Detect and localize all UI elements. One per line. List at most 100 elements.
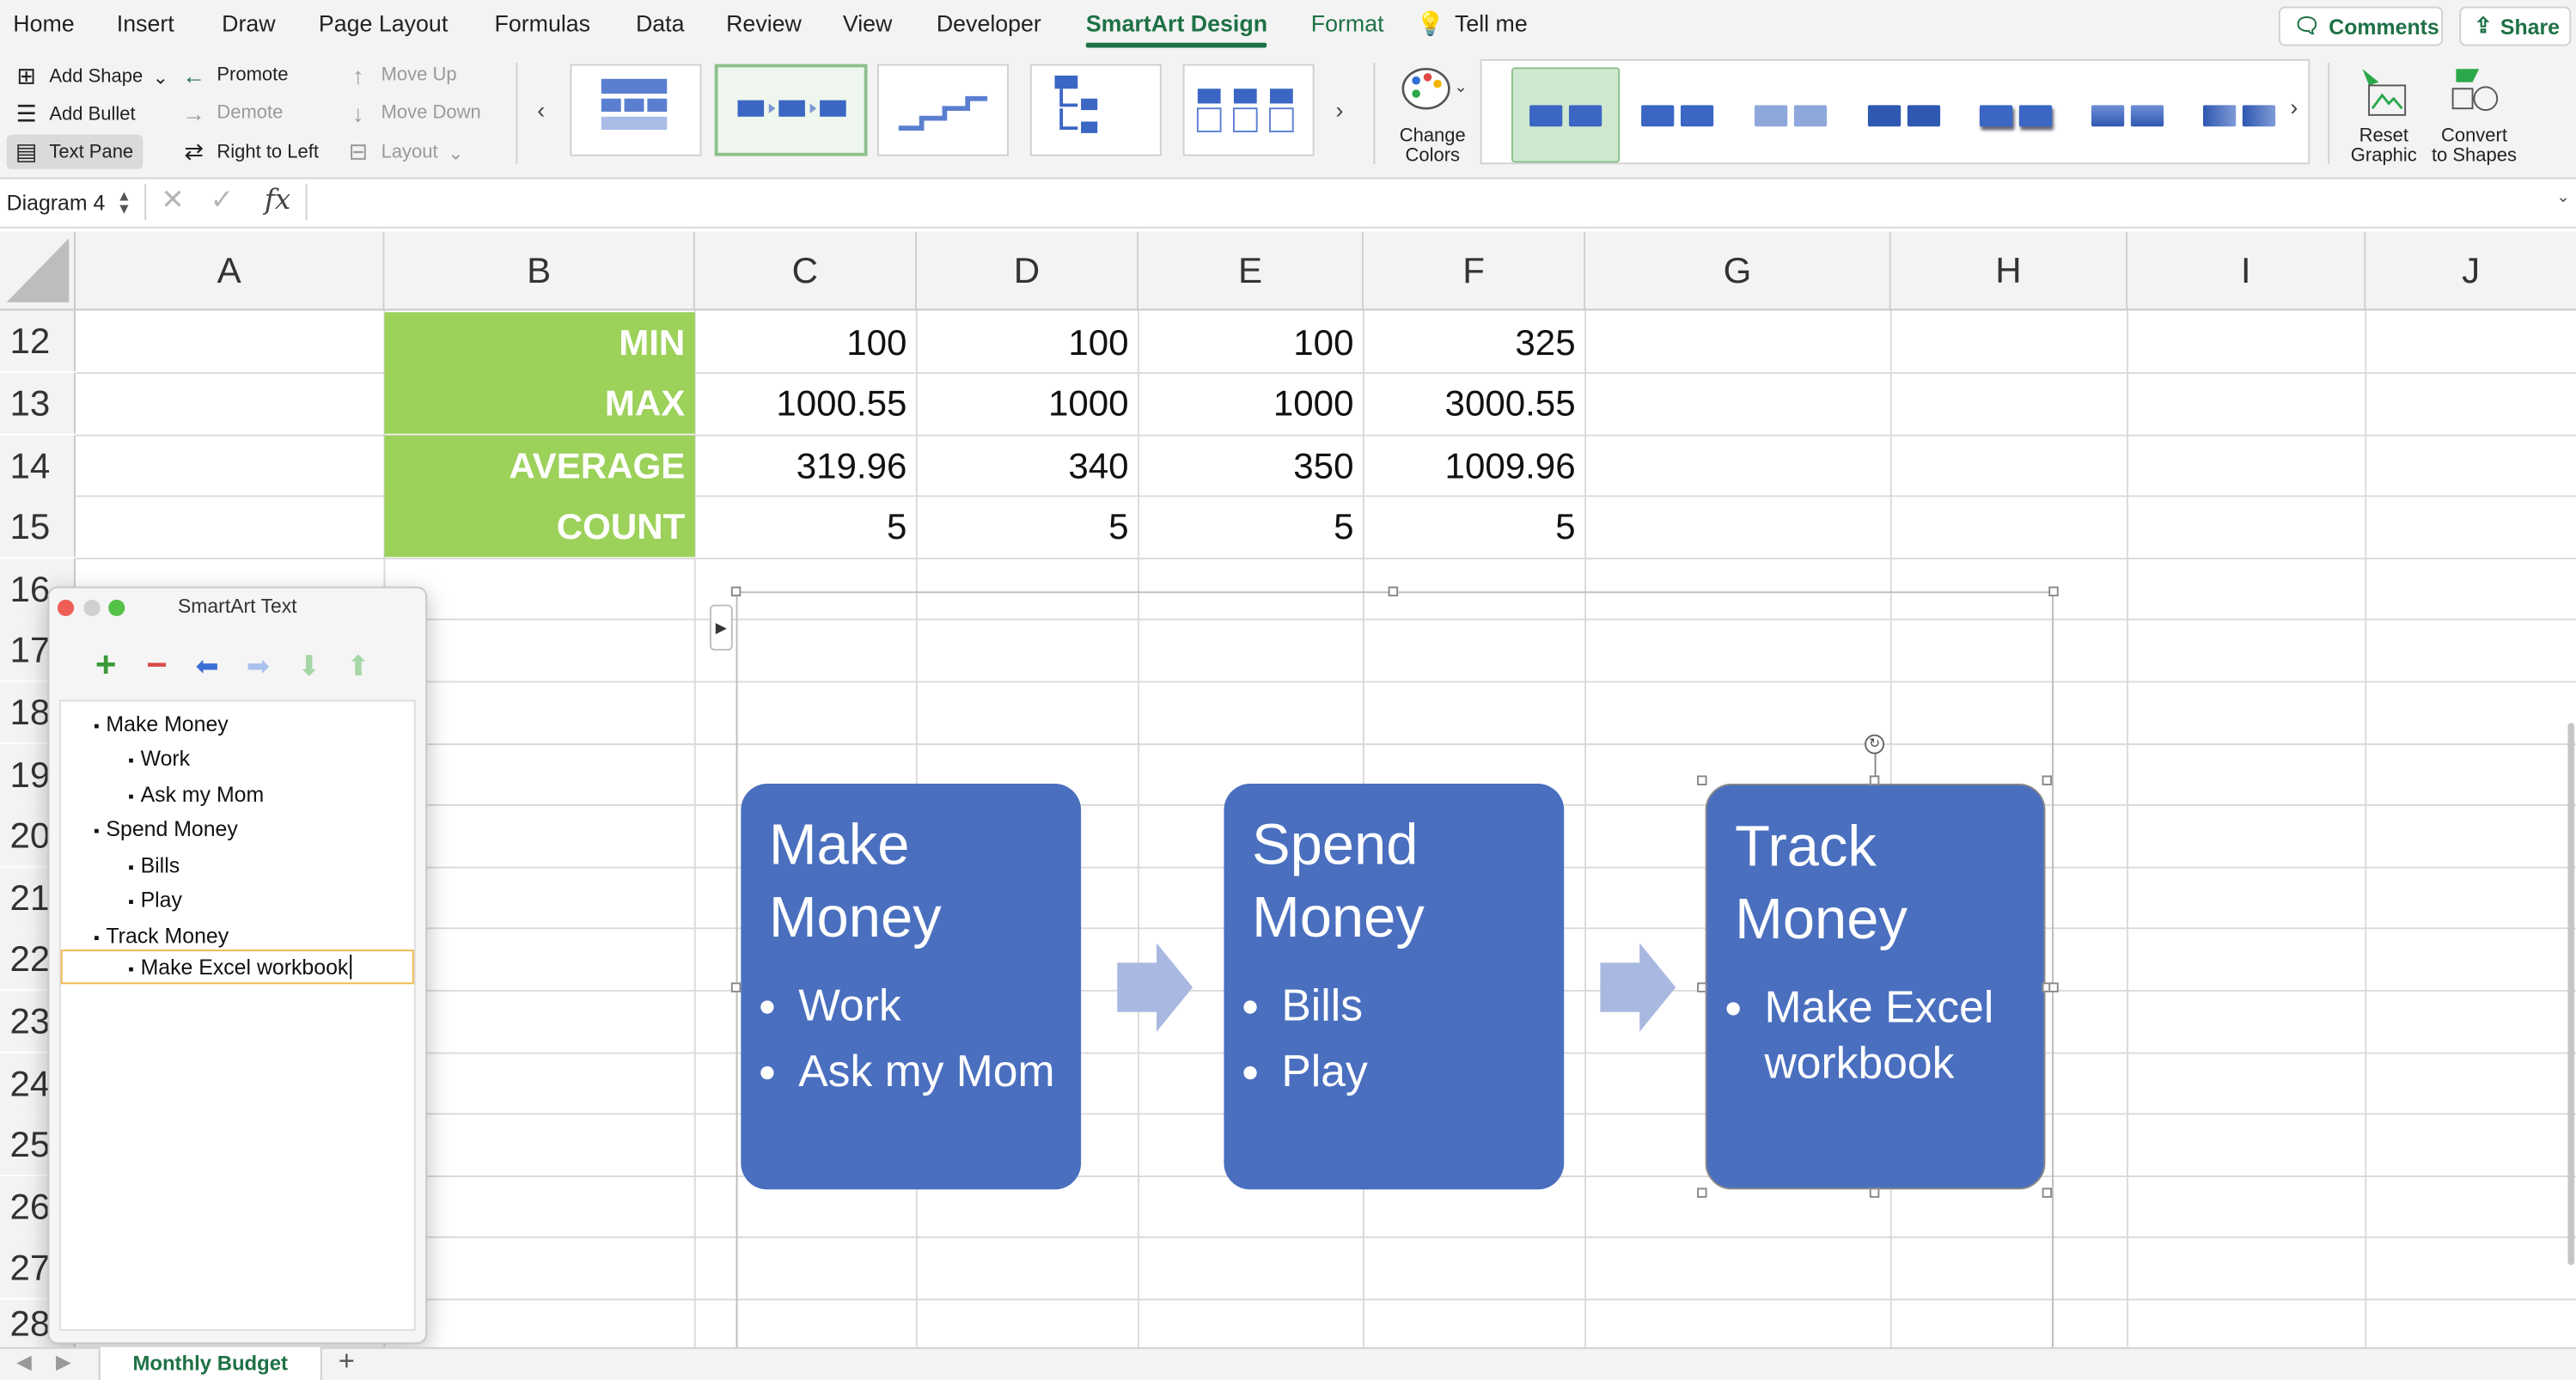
chevron-left-icon[interactable]: ‹ — [537, 97, 545, 124]
layout-gallery-item-5[interactable] — [1182, 64, 1315, 156]
demote-arrow-icon[interactable]: ➡ — [247, 650, 270, 683]
pane-item-level2[interactable]: Bills — [128, 852, 180, 877]
resize-handle[interactable] — [1697, 1188, 1707, 1198]
style-item-3[interactable] — [1737, 67, 1845, 162]
resize-handle[interactable] — [730, 586, 742, 597]
text-pane-button[interactable]: ▤ Text Pane — [6, 134, 143, 169]
resize-handle[interactable] — [1697, 775, 1707, 785]
cancel-icon[interactable]: ✕ — [161, 184, 184, 217]
tab-smartart-design[interactable]: SmartArt Design — [1085, 9, 1268, 48]
resize-handle[interactable] — [1869, 775, 1880, 785]
promote-arrow-icon[interactable]: ⬅ — [196, 650, 219, 683]
resize-handle[interactable] — [1869, 1188, 1880, 1198]
scroll-left-icon[interactable]: ◀ — [16, 1351, 32, 1374]
cell-e14[interactable]: 350 — [1138, 436, 1364, 497]
row-header-12[interactable]: 12 — [0, 310, 76, 372]
cell-d15[interactable]: 5 — [917, 496, 1138, 557]
pane-item-level2-editing[interactable]: Make Excel workbook — [128, 954, 352, 980]
column-header-c[interactable]: C — [695, 231, 917, 309]
column-header-i[interactable]: I — [2127, 231, 2366, 309]
cell-e12[interactable]: 100 — [1138, 312, 1364, 373]
resize-handle[interactable] — [2042, 775, 2053, 785]
cell-c12[interactable]: 100 — [695, 312, 917, 373]
layout-gallery-item-3[interactable] — [877, 64, 1009, 156]
tab-format[interactable]: Format — [1311, 9, 1384, 36]
sheet-tab-monthly-budget[interactable]: Monthly Budget — [98, 1346, 322, 1380]
resize-handle[interactable] — [730, 982, 742, 992]
share-button[interactable]: ⇪ Share — [2459, 6, 2572, 46]
change-colors-button[interactable]: ⌄ Change Colors — [1390, 63, 1475, 171]
chevron-right-icon[interactable]: › — [1335, 97, 1343, 124]
style-item-1-selected[interactable] — [1511, 67, 1621, 163]
tab-data[interactable]: Data — [636, 9, 685, 36]
add-shape-button[interactable]: ⊞ Add Shape ⌄ — [13, 63, 168, 91]
column-header-f[interactable]: F — [1364, 231, 1586, 309]
scroll-right-icon[interactable]: ▶ — [56, 1351, 71, 1374]
formula-input[interactable] — [312, 182, 2546, 222]
style-item-4[interactable] — [1850, 67, 1958, 162]
comments-button[interactable]: 🗨 Comments — [2278, 6, 2444, 46]
resize-handle[interactable] — [2048, 982, 2059, 992]
column-header-g[interactable]: G — [1585, 231, 1891, 309]
style-item-7[interactable] — [2185, 67, 2293, 162]
move-down-arrow-icon[interactable]: ⬇ — [297, 650, 320, 683]
pane-item-level2[interactable]: Work — [128, 746, 191, 771]
label-cell-max[interactable]: MAX — [384, 373, 695, 434]
cell-f13[interactable]: 3000.55 — [1364, 373, 1585, 434]
cell-d13[interactable]: 1000 — [917, 373, 1138, 434]
smartart-box-track-money[interactable]: Track Money Make Excel workbook — [1705, 784, 2046, 1190]
pane-item-level1[interactable]: Spend Money — [94, 816, 237, 841]
text-pane-toggle[interactable]: ▶ — [709, 604, 733, 651]
rotate-handle-icon[interactable]: ↻ — [1865, 734, 1885, 754]
cell-c13[interactable]: 1000.55 — [695, 373, 917, 434]
tab-review[interactable]: Review — [726, 9, 802, 36]
name-box[interactable]: Diagram 4 ▲ ▼ — [7, 186, 138, 218]
pane-item-level2[interactable]: Ask my Mom — [128, 782, 265, 807]
layout-gallery-item-1[interactable] — [570, 64, 702, 156]
pane-item-level1[interactable]: Make Money — [94, 711, 228, 736]
promote-button[interactable]: ← Promote — [180, 63, 288, 89]
layout-gallery-item-4[interactable] — [1029, 64, 1162, 156]
convert-to-shapes-button[interactable]: Convert to Shapes — [2428, 63, 2520, 171]
column-header-a[interactable]: A — [76, 231, 385, 309]
confirm-icon[interactable]: ✓ — [211, 184, 234, 217]
stepper-icon[interactable]: ▲ ▼ — [117, 188, 131, 217]
resize-handle[interactable] — [2042, 1188, 2053, 1198]
column-header-e[interactable]: E — [1138, 231, 1364, 309]
cell-d12[interactable]: 100 — [917, 312, 1138, 373]
add-icon[interactable]: + — [95, 646, 117, 683]
label-cell-min[interactable]: MIN — [384, 312, 695, 374]
demote-button[interactable]: → Demote — [180, 101, 283, 127]
column-header-j[interactable]: J — [2365, 232, 2576, 309]
row-header-15[interactable]: 15 — [0, 496, 76, 558]
column-header-b[interactable]: B — [384, 231, 695, 309]
move-up-button[interactable]: ↑ Move Up — [345, 63, 456, 89]
function-icon[interactable]: fx — [265, 184, 290, 217]
cell-f12[interactable]: 325 — [1364, 312, 1585, 373]
resize-handle[interactable] — [1697, 982, 1707, 992]
layout-gallery-item-2-selected[interactable] — [714, 64, 868, 156]
cell-f15[interactable]: 5 — [1364, 496, 1585, 557]
select-all-corner[interactable] — [0, 231, 76, 309]
chevron-right-icon[interactable]: › — [2290, 94, 2298, 120]
tab-insert[interactable]: Insert — [117, 9, 174, 36]
text-pane-editor[interactable]: Make Money Work Ask my Mom Spend Money B… — [58, 699, 416, 1331]
label-cell-average[interactable]: AVERAGE — [384, 435, 695, 497]
right-to-left-button[interactable]: ⇄ Right to Left — [180, 138, 319, 167]
pane-item-level1[interactable]: Track Money — [94, 924, 229, 949]
chevron-down-icon[interactable]: ⌄ — [2556, 189, 2570, 207]
label-cell-count[interactable]: COUNT — [384, 496, 695, 558]
column-header-h[interactable]: H — [1891, 231, 2128, 309]
tab-view[interactable]: View — [843, 9, 893, 36]
cell-f14[interactable]: 1009.96 — [1364, 436, 1585, 497]
resize-handle[interactable] — [2048, 586, 2059, 597]
cell-d14[interactable]: 340 — [917, 436, 1138, 497]
style-item-5[interactable] — [1962, 67, 2070, 162]
tab-developer[interactable]: Developer — [937, 9, 1041, 36]
style-item-6[interactable] — [2073, 67, 2182, 162]
style-item-2[interactable] — [1623, 67, 1731, 162]
tab-formulas[interactable]: Formulas — [495, 9, 591, 36]
move-down-button[interactable]: ↓ Move Down — [345, 101, 481, 127]
layout-button[interactable]: ⊟ Layout ⌄ — [345, 138, 464, 167]
smartart-box-spend-money[interactable]: Spend Money Bills Play — [1224, 784, 1565, 1190]
